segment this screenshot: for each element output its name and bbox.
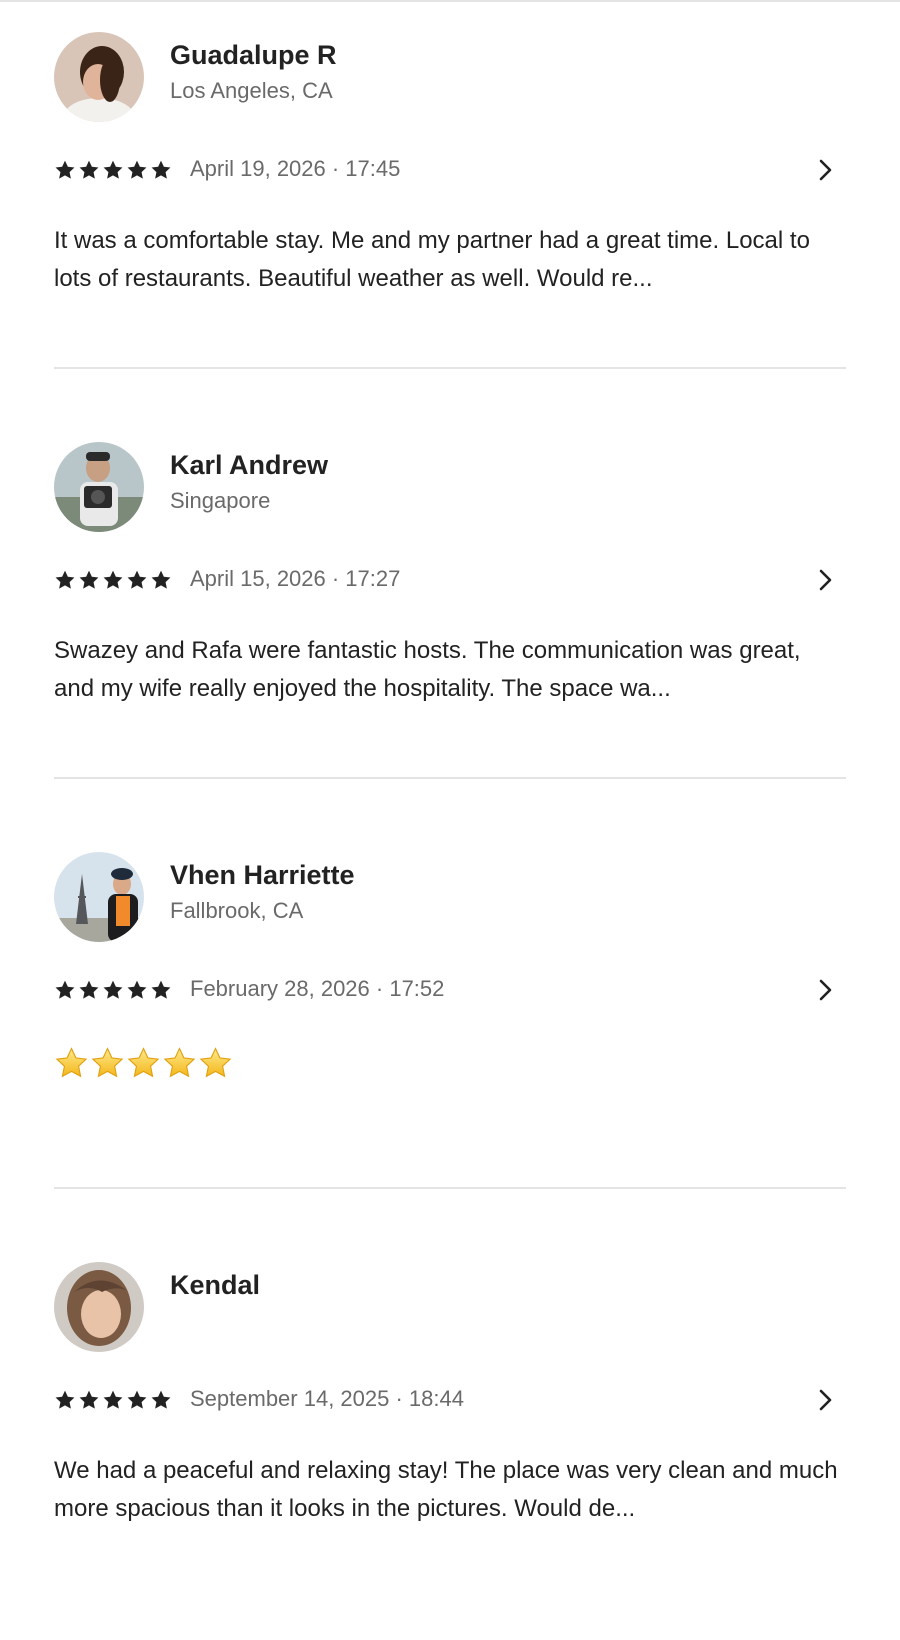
reviewer-name: Guadalupe R xyxy=(170,40,337,70)
chevron-right-icon[interactable] xyxy=(812,1386,838,1414)
reviewer-location: Los Angeles, CA xyxy=(170,78,333,103)
rating-stars xyxy=(54,979,172,1001)
star-icon xyxy=(103,980,123,999)
reviewer-name: Vhen Harriette xyxy=(170,860,355,890)
review-divider xyxy=(54,367,846,369)
rating-stars xyxy=(54,569,172,591)
star-icon xyxy=(79,160,99,179)
review-date: February 28, 2026 · 17:52 xyxy=(190,976,445,1001)
avatar[interactable] xyxy=(54,852,144,942)
chevron-right-icon[interactable] xyxy=(812,156,838,184)
review-card: Vhen Harriette Fallbrook, CA February 28… xyxy=(54,820,846,1230)
star-icon xyxy=(103,160,123,179)
star-icon xyxy=(103,570,123,589)
avatar[interactable] xyxy=(54,442,144,532)
star-icon xyxy=(55,570,75,589)
review-text: It was a comfortable stay. Me and my par… xyxy=(54,227,810,292)
star-emoji-icon xyxy=(91,1047,124,1078)
chevron-right-icon[interactable] xyxy=(812,976,838,1004)
review-card: Karl Andrew Singapore April 15, 2026 · 1… xyxy=(54,410,846,820)
star-icon xyxy=(79,1390,99,1409)
review-divider xyxy=(54,777,846,779)
star-icon xyxy=(127,570,147,589)
rating-stars xyxy=(54,1389,172,1411)
star-icon xyxy=(55,160,75,179)
star-icon xyxy=(55,980,75,999)
review-meta: April 15, 2026 · 17:27 xyxy=(54,564,846,598)
star-icon xyxy=(151,160,171,179)
reviewer-name: Karl Andrew xyxy=(170,450,329,480)
review-date: April 15, 2026 · 17:27 xyxy=(190,566,401,591)
rating-stars xyxy=(54,159,172,181)
review-date: September 14, 2025 · 18:44 xyxy=(190,1386,464,1411)
review-meta: September 14, 2025 · 18:44 xyxy=(54,1384,846,1418)
review-text: Swazey and Rafa were fantastic hosts. Th… xyxy=(54,637,801,702)
review-date: April 19, 2026 · 17:45 xyxy=(190,156,401,181)
reviewer-location: Fallbrook, CA xyxy=(170,898,304,923)
star-emoji-icon xyxy=(127,1047,160,1078)
star-icon xyxy=(151,980,171,999)
review-meta: February 28, 2026 · 17:52 xyxy=(54,974,846,1008)
star-icon xyxy=(79,980,99,999)
reviewer-location: Singapore xyxy=(170,488,271,513)
star-icon xyxy=(103,1390,123,1409)
review-card: Kendal September 14, 2025 · 18:44 We had… xyxy=(54,1230,846,1640)
star-icon xyxy=(151,1390,171,1409)
chevron-right-icon[interactable] xyxy=(812,566,838,594)
avatar[interactable] xyxy=(54,1262,144,1352)
star-icon xyxy=(127,160,147,179)
star-icon xyxy=(151,570,171,589)
avatar[interactable] xyxy=(54,32,144,122)
review-card: Guadalupe R Los Angeles, CA April 19, 20… xyxy=(54,0,846,410)
review-meta: April 19, 2026 · 17:45 xyxy=(54,154,846,188)
star-emoji-icon xyxy=(163,1047,196,1078)
star-icon xyxy=(127,1390,147,1409)
review-emoji-stars xyxy=(54,1046,233,1080)
reviewer-name: Kendal xyxy=(170,1270,261,1300)
star-icon xyxy=(79,570,99,589)
star-icon xyxy=(127,980,147,999)
review-divider xyxy=(54,1187,846,1189)
star-icon xyxy=(55,1390,75,1409)
review-text: We had a peaceful and relaxing stay! The… xyxy=(54,1457,838,1522)
star-emoji-icon xyxy=(199,1047,232,1078)
star-emoji-icon xyxy=(55,1047,88,1078)
